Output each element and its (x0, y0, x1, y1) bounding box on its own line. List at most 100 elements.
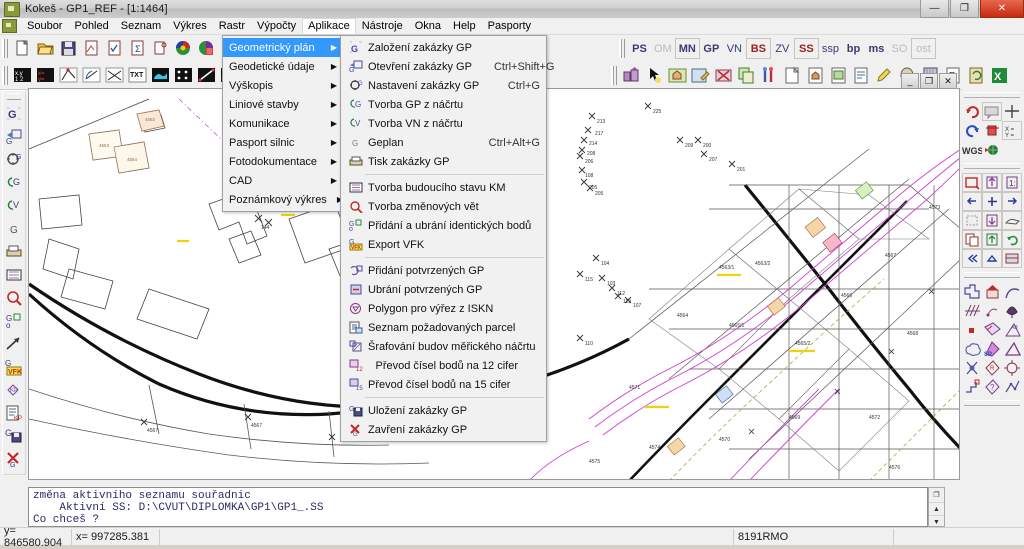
right-toolbar-grip-2[interactable] (964, 163, 1020, 169)
menu-item-cad[interactable]: CAD ▶ (223, 171, 343, 190)
pan-up-icon[interactable] (982, 249, 1002, 268)
submenu-item-otevreni-zakazky-gp[interactable]: G Otevření zakázky GP Ctrl+Shift+G (341, 57, 554, 76)
zoom-in-icon[interactable] (982, 192, 1002, 211)
sum-drawing-icon[interactable]: Σ (127, 38, 148, 59)
log-scroll-thumb[interactable]: ❐ (929, 488, 944, 503)
new-file-icon[interactable] (12, 38, 33, 59)
submenu-item-pridani-a-ubrani-identickych-bodu[interactable]: Go Přidání a ubrání identických bodů (341, 216, 546, 235)
menu-item-geodeticke-udaje[interactable]: Geodetické údaje ▶ (223, 57, 343, 76)
copy-object-icon[interactable] (736, 65, 757, 86)
line-draw-icon[interactable] (196, 65, 217, 86)
submenu-item-prevod-cisel-bodu-na-15-cifer[interactable]: 15 Převod čísel bodů na 15 cifer (341, 375, 546, 394)
drawing-lock-icon[interactable] (150, 38, 171, 59)
text-file-icon[interactable]: TXT (127, 65, 148, 86)
highlight-icon[interactable] (874, 65, 895, 86)
menu-vykres[interactable]: Výkres (167, 18, 213, 34)
mdi-restore-button[interactable]: ❐ (920, 73, 938, 89)
menu-item-pasport-silnic[interactable]: Pasport silnic ▶ (223, 133, 343, 152)
coordinates-xy-icon[interactable]: X = Y = (1002, 121, 1022, 140)
point-grid-icon[interactable] (173, 65, 194, 86)
menu-vypocty[interactable]: Výpočty (251, 18, 302, 34)
menu-item-liniove-stavby[interactable]: Liniové stavby ▶ (223, 95, 343, 114)
points-list-icon[interactable]: x.y 1 2 (12, 65, 33, 86)
iskn-polygon-icon[interactable] (3, 333, 25, 355)
zoom-fit-icon[interactable] (962, 211, 982, 230)
new-doc-icon[interactable] (782, 65, 803, 86)
tool-mn[interactable]: MN (674, 38, 700, 59)
triangle-outline-icon[interactable] (1002, 339, 1022, 358)
target-point-icon[interactable] (1002, 358, 1022, 377)
menu-seznam[interactable]: Seznam (115, 18, 167, 34)
menu-rastr[interactable]: Rastr (213, 18, 251, 34)
geplan-icon[interactable]: G (3, 218, 25, 240)
submenu-item-seznam-pozadovanych-parcel[interactable]: Seznam požadovaných parcel (341, 318, 546, 337)
edit-attributes-icon[interactable] (690, 65, 711, 86)
submenu-item-geplan[interactable]: G Geplan Ctrl+Alt+G (341, 133, 546, 152)
submenu-item-tvorba-zmenovych-vet[interactable]: Tvorba změnových vět (341, 197, 546, 216)
submenu-item-tvorba-budouciho-stavu-km[interactable]: Tvorba budoucího stavu KM (341, 178, 546, 197)
submenu-item-ubrani-potvrzenych-gp[interactable]: Ubrání potvrzených GP (341, 280, 546, 299)
parcel-query-icon[interactable]: ? (982, 377, 1002, 396)
tool-ost[interactable]: ost (910, 38, 936, 59)
gp-new-icon[interactable]: G (3, 103, 25, 125)
tools-icon[interactable] (759, 65, 780, 86)
toolbar-grip-2[interactable] (2, 66, 8, 85)
raster-grid-icon[interactable] (196, 38, 217, 59)
submenu-item-nastaveni-zakazky-gp[interactable]: G Nastavení zakázky GP Ctrl+G (341, 76, 546, 95)
submenu-item-tvorba-vn-z-nacrtu[interactable]: V Tvorba VN z náčrtu (341, 114, 546, 133)
tool-ms[interactable]: ms (865, 39, 888, 58)
doc-house-icon[interactable] (805, 65, 826, 86)
menu-okna[interactable]: Okna (409, 18, 447, 34)
mdi-minimize-button[interactable]: _ (901, 73, 919, 89)
save-icon[interactable] (58, 38, 79, 59)
open-drawing-icon[interactable] (104, 38, 125, 59)
intersection-icon[interactable] (104, 65, 125, 86)
right-toolbar-grip-1[interactable] (964, 92, 1020, 98)
submenu-item-prevod-cisel-bodu-na-12-cifer[interactable]: 12 Převod čísel bodů na 12 cifer (341, 356, 546, 375)
add-confirmed-gp-icon[interactable]: KP (3, 379, 25, 401)
node-move-icon[interactable] (962, 358, 982, 377)
globe-icon[interactable] (982, 140, 1002, 159)
submenu-item-tisk-zakazky-gp[interactable]: Tisk zakázky GP (341, 152, 546, 171)
tool-ssp[interactable]: ssp (819, 39, 842, 58)
mdi-close-button[interactable]: ✕ (939, 73, 957, 89)
submenu-item-srafovani-budov-merickeho-nacrtu[interactable]: Šrafování budov měřického náčrtu (341, 337, 546, 356)
point-symbol-icon[interactable] (982, 301, 1002, 320)
menu-aplikace[interactable]: Aplikace (302, 18, 356, 34)
export-vfk-icon[interactable]: G VFK (3, 356, 25, 378)
polar-method-icon[interactable] (58, 65, 79, 86)
command-log-panel[interactable]: změna aktivního seznamu souřadnic Aktivn… (28, 487, 928, 527)
menu-pohled[interactable]: Pohled (68, 18, 114, 34)
wgs-icon[interactable]: WGS (962, 140, 982, 159)
tool-om[interactable]: OM (651, 39, 675, 58)
layers-icon[interactable] (1002, 249, 1022, 268)
polygon-draw-icon[interactable] (962, 282, 982, 301)
left-toolbar-grip[interactable] (7, 93, 21, 100)
crosshair-icon[interactable] (1002, 102, 1022, 121)
zoom-scale-icon[interactable]: 1: (1002, 173, 1022, 192)
km-future-state-icon[interactable] (3, 264, 25, 286)
menu-item-poznamkovy-vykres[interactable]: Poznámkový výkres ▶ (223, 190, 343, 209)
submenu-item-polygon-pro-vyrez-z-iskn[interactable]: Polygon pro výřez z ISKN (341, 299, 546, 318)
vn-from-sketch-icon[interactable]: V (3, 195, 25, 217)
cloud-shape-icon[interactable] (962, 339, 982, 358)
doc-map-icon[interactable] (828, 65, 849, 86)
menu-item-fotodokumentace[interactable]: Fotodokumentace ▶ (223, 152, 343, 171)
toolbar-grip-text[interactable] (619, 39, 625, 58)
tree-symbol-icon[interactable] (1002, 301, 1022, 320)
redraw-icon[interactable] (1002, 230, 1022, 249)
pan-right-icon[interactable] (1002, 192, 1022, 211)
submenu-item-zalozeni-zakazky-gp[interactable]: G Založení zakázky GP (341, 38, 546, 57)
gp-from-sketch-icon[interactable]: G (3, 172, 25, 194)
export-excel-icon[interactable]: X (989, 65, 1010, 86)
new-drawing-icon[interactable] (81, 38, 102, 59)
select-pointer-icon[interactable] (644, 65, 665, 86)
delete-point-icon[interactable]: x= y= (35, 65, 56, 86)
tool-ss[interactable]: SS (793, 38, 819, 59)
tool-bp[interactable]: bp (842, 39, 865, 58)
menu-item-vyskopis[interactable]: Výškopis ▶ (223, 76, 343, 95)
pan-down-icon[interactable] (982, 211, 1002, 230)
parcel-edit-icon[interactable] (982, 320, 1002, 339)
minimize-button[interactable]: — (920, 0, 949, 18)
delete-object-icon[interactable] (713, 65, 734, 86)
